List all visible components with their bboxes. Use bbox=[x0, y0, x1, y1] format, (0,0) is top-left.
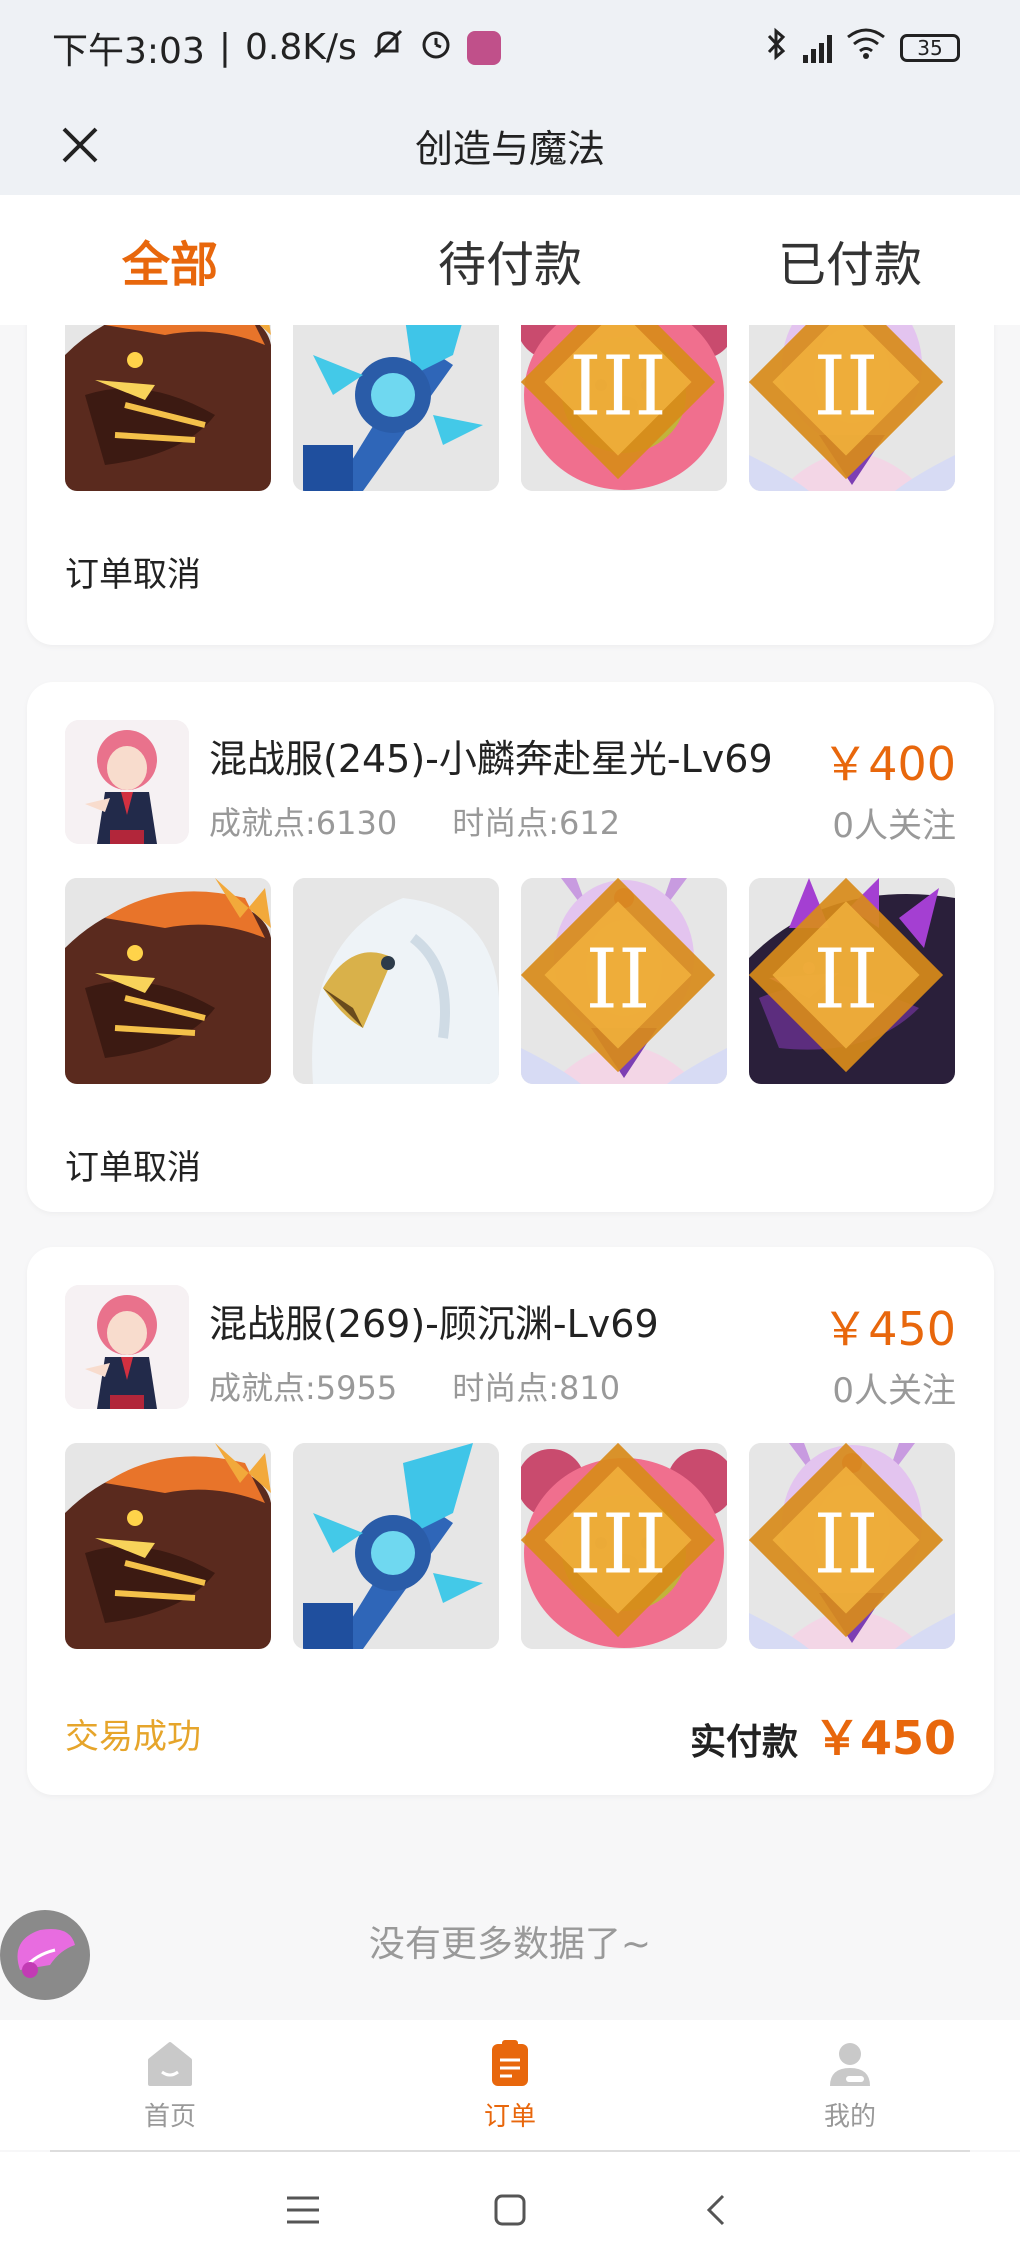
order-stats: 成就点:6130 时尚点:612 bbox=[209, 798, 620, 844]
order-card[interactable]: 混战服(269)-顾沉渊-Lv69 成就点:5955 时尚点:810 ￥450 … bbox=[27, 1247, 994, 1795]
floating-assistant-button[interactable] bbox=[0, 1910, 90, 2000]
home-icon bbox=[148, 2041, 192, 2086]
item-thumbnails: III II bbox=[65, 325, 955, 491]
system-menu-button[interactable] bbox=[273, 2180, 333, 2240]
grade-badge-icon: III bbox=[521, 1443, 716, 1638]
paid-label: 实付款 bbox=[689, 1722, 798, 1763]
item-thumbnail[interactable]: III bbox=[521, 1443, 727, 1649]
grade-badge-icon: II bbox=[521, 878, 716, 1073]
nav-item-home[interactable]: 首页 bbox=[0, 2020, 340, 2150]
order-status: 交易成功 bbox=[65, 1717, 201, 1757]
page-title: 创造与魔法 bbox=[414, 126, 605, 171]
grade-label: II bbox=[813, 339, 878, 434]
item-thumbnail[interactable] bbox=[293, 878, 499, 1084]
signal-icon bbox=[803, 33, 832, 63]
status-right: 35 bbox=[765, 27, 960, 69]
mute-icon bbox=[371, 27, 405, 69]
item-thumbnails: II II bbox=[65, 878, 955, 1084]
item-thumbnail[interactable] bbox=[65, 878, 271, 1084]
nav-item-profile[interactable]: 我的 bbox=[680, 2020, 1020, 2150]
paid-amount: ￥450 bbox=[813, 1711, 956, 1765]
status-speed: 0.8K/s bbox=[244, 27, 357, 68]
nav-item-label: 订单 bbox=[483, 2101, 536, 2132]
order-icon bbox=[492, 2039, 528, 2086]
back-icon bbox=[706, 2194, 724, 2225]
fashion-points: 时尚点:612 bbox=[452, 804, 621, 842]
status-time: 下午3:03 bbox=[52, 30, 205, 72]
follower-count: 0人关注 bbox=[832, 806, 956, 846]
status-bar: 下午3:03 | 0.8K/s 35 bbox=[0, 0, 1020, 95]
grade-badge-icon: II bbox=[749, 1443, 944, 1638]
tab-all[interactable]: 全部 bbox=[0, 225, 340, 295]
achievement-points: 成就点:5955 bbox=[209, 1369, 398, 1407]
status-separator: | bbox=[218, 27, 231, 68]
status-left: 下午3:03 | 0.8K/s bbox=[52, 22, 501, 74]
grade-label: II bbox=[813, 1497, 878, 1592]
order-status: 订单取消 bbox=[65, 1148, 201, 1188]
title-bar: 创造与魔法 bbox=[0, 95, 1020, 195]
character-avatar bbox=[65, 720, 189, 844]
paid-summary: 实付款 ￥450 bbox=[690, 1702, 956, 1768]
item-thumbnails: III II bbox=[65, 1443, 955, 1649]
item-thumbnail[interactable]: II bbox=[521, 878, 727, 1084]
order-price: ￥400 bbox=[822, 737, 956, 791]
character-avatar bbox=[65, 1285, 189, 1409]
item-thumbnail[interactable]: II bbox=[749, 1443, 955, 1649]
wing-icon bbox=[17, 1929, 75, 1978]
system-home-button[interactable] bbox=[480, 2180, 540, 2240]
item-thumbnail[interactable]: II bbox=[749, 325, 955, 491]
system-back-button[interactable] bbox=[687, 2180, 747, 2240]
bottom-nav: 首页 订单 我的 bbox=[0, 2020, 1020, 2150]
grade-label: III bbox=[569, 339, 667, 434]
wifi-icon bbox=[846, 27, 886, 68]
grade-badge-icon: III bbox=[521, 325, 716, 480]
order-tabs: 全部 待付款 已付款 bbox=[0, 195, 1020, 325]
order-header: 混战服(245)-小麟奔赴星光-Lv69 成就点:6130 时尚点:612 ￥4… bbox=[65, 720, 956, 848]
nav-item-label: 我的 bbox=[823, 2101, 876, 2132]
item-thumbnail[interactable]: III bbox=[521, 325, 727, 491]
item-thumbnail[interactable] bbox=[65, 1443, 271, 1649]
order-list[interactable]: III II 订单取消 混战服(245)-小麟奔赴星光-Lv69 成就点:613… bbox=[0, 325, 1020, 2020]
profile-icon bbox=[830, 2042, 870, 2086]
order-status: 订单取消 bbox=[65, 555, 201, 595]
item-thumbnail[interactable] bbox=[293, 1443, 499, 1649]
menu-icon bbox=[287, 2196, 320, 2223]
order-stats: 成就点:5955 时尚点:810 bbox=[209, 1363, 620, 1409]
order-header: 混战服(269)-顾沉渊-Lv69 成就点:5955 时尚点:810 ￥450 … bbox=[65, 1285, 956, 1413]
item-thumbnail[interactable] bbox=[65, 325, 271, 491]
fashion-points: 时尚点:810 bbox=[452, 1369, 621, 1407]
square-home-icon bbox=[494, 2194, 526, 2225]
battery-icon: 35 bbox=[900, 33, 960, 62]
system-nav-bar bbox=[0, 2152, 1020, 2267]
nav-item-label: 首页 bbox=[143, 2101, 196, 2132]
bluetooth-icon bbox=[765, 27, 789, 69]
order-card[interactable]: III II 订单取消 bbox=[27, 325, 994, 645]
order-card[interactable]: 混战服(245)-小麟奔赴星光-Lv69 成就点:6130 时尚点:612 ￥4… bbox=[27, 682, 994, 1212]
grade-label: II bbox=[813, 932, 878, 1027]
follower-count: 0人关注 bbox=[832, 1371, 956, 1411]
order-title: 混战服(269)-顾沉渊-Lv69 bbox=[209, 1302, 659, 1346]
app-notification-icon bbox=[466, 30, 501, 65]
item-thumbnail[interactable]: II bbox=[749, 878, 955, 1084]
nav-item-orders[interactable]: 订单 bbox=[340, 2020, 680, 2150]
grade-label: II bbox=[585, 932, 650, 1027]
grade-badge-icon: II bbox=[749, 878, 944, 1073]
grade-badge-icon: II bbox=[749, 325, 944, 480]
order-title: 混战服(245)-小麟奔赴星光-Lv69 bbox=[209, 737, 773, 781]
battery-level: 35 bbox=[917, 35, 943, 60]
tab-pending-payment[interactable]: 待付款 bbox=[340, 225, 680, 295]
order-price: ￥450 bbox=[822, 1302, 956, 1356]
alarm-icon bbox=[419, 27, 453, 69]
end-of-list-text: 没有更多数据了~ bbox=[368, 1924, 652, 1965]
tab-paid[interactable]: 已付款 bbox=[680, 225, 1020, 295]
grade-label: III bbox=[569, 1497, 667, 1592]
item-thumbnail[interactable] bbox=[293, 325, 499, 491]
achievement-points: 成就点:6130 bbox=[209, 804, 398, 842]
